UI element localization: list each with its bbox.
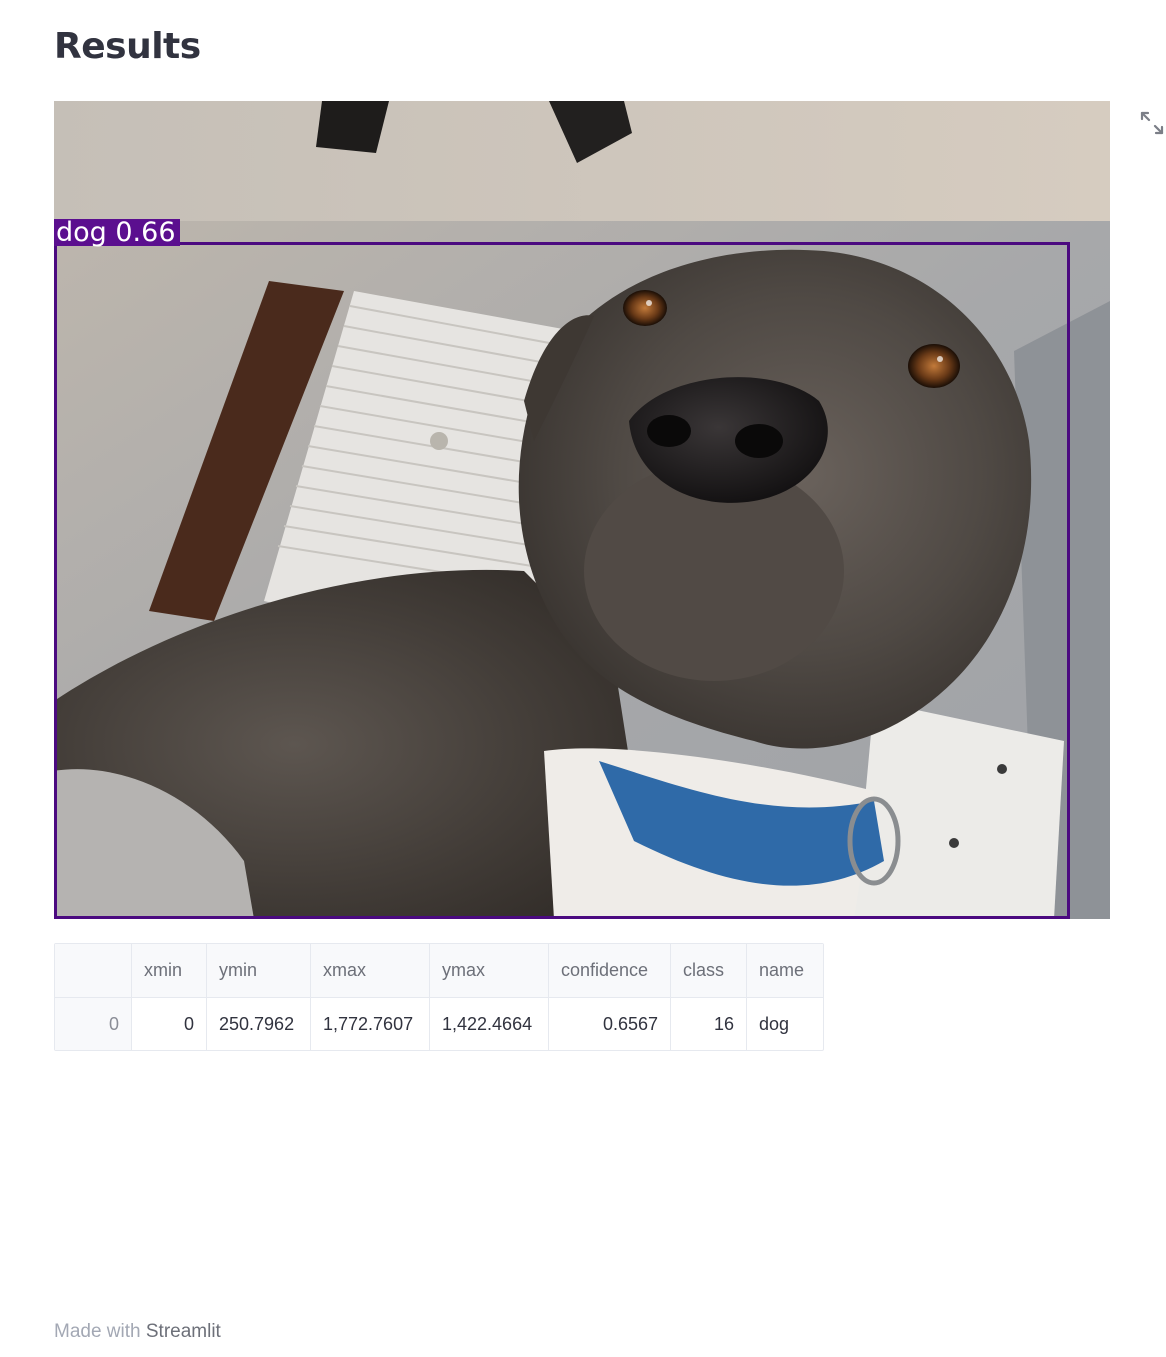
ymax-cell[interactable]: 1,422.4664	[429, 997, 549, 1050]
ymin-cell[interactable]: 250.7962	[206, 997, 311, 1050]
footer: Made with Streamlit	[54, 1321, 221, 1343]
table-header-row: xmin ymin xmax ymax confidence class nam…	[55, 944, 823, 998]
column-header-index[interactable]	[55, 944, 132, 998]
class-cell[interactable]: 16	[670, 997, 747, 1050]
detection-bounding-box	[54, 242, 1070, 919]
fullscreen-expand-icon[interactable]	[1139, 110, 1165, 136]
column-header-xmax[interactable]: xmax	[310, 944, 430, 998]
column-header-class[interactable]: class	[670, 944, 747, 998]
name-cell[interactable]: dog	[747, 998, 824, 1051]
footer-prefix: Made with	[54, 1321, 146, 1342]
results-page: Results dog 0.66 xmin ymin xmax ymax con…	[0, 0, 1166, 1357]
page-title: Results	[54, 26, 201, 67]
column-header-ymin[interactable]: ymin	[206, 944, 311, 998]
table-row: 0 0 250.7962 1,772.7607 1,422.4664 0.656…	[55, 997, 824, 1051]
detection-result-image: dog 0.66	[54, 101, 1110, 919]
results-dataframe[interactable]: xmin ymin xmax ymax confidence class nam…	[54, 943, 824, 1051]
column-header-name[interactable]: name	[746, 944, 823, 998]
xmax-cell[interactable]: 1,772.7607	[310, 997, 430, 1050]
detection-label: dog 0.66	[54, 219, 180, 246]
xmin-cell[interactable]: 0	[131, 997, 207, 1050]
column-header-confidence[interactable]: confidence	[548, 944, 671, 998]
confidence-cell[interactable]: 0.6567	[548, 997, 671, 1050]
row-index-cell[interactable]: 0	[55, 997, 132, 1050]
column-header-ymax[interactable]: ymax	[429, 944, 549, 998]
column-header-xmin[interactable]: xmin	[131, 944, 207, 998]
streamlit-link[interactable]: Streamlit	[146, 1321, 221, 1342]
